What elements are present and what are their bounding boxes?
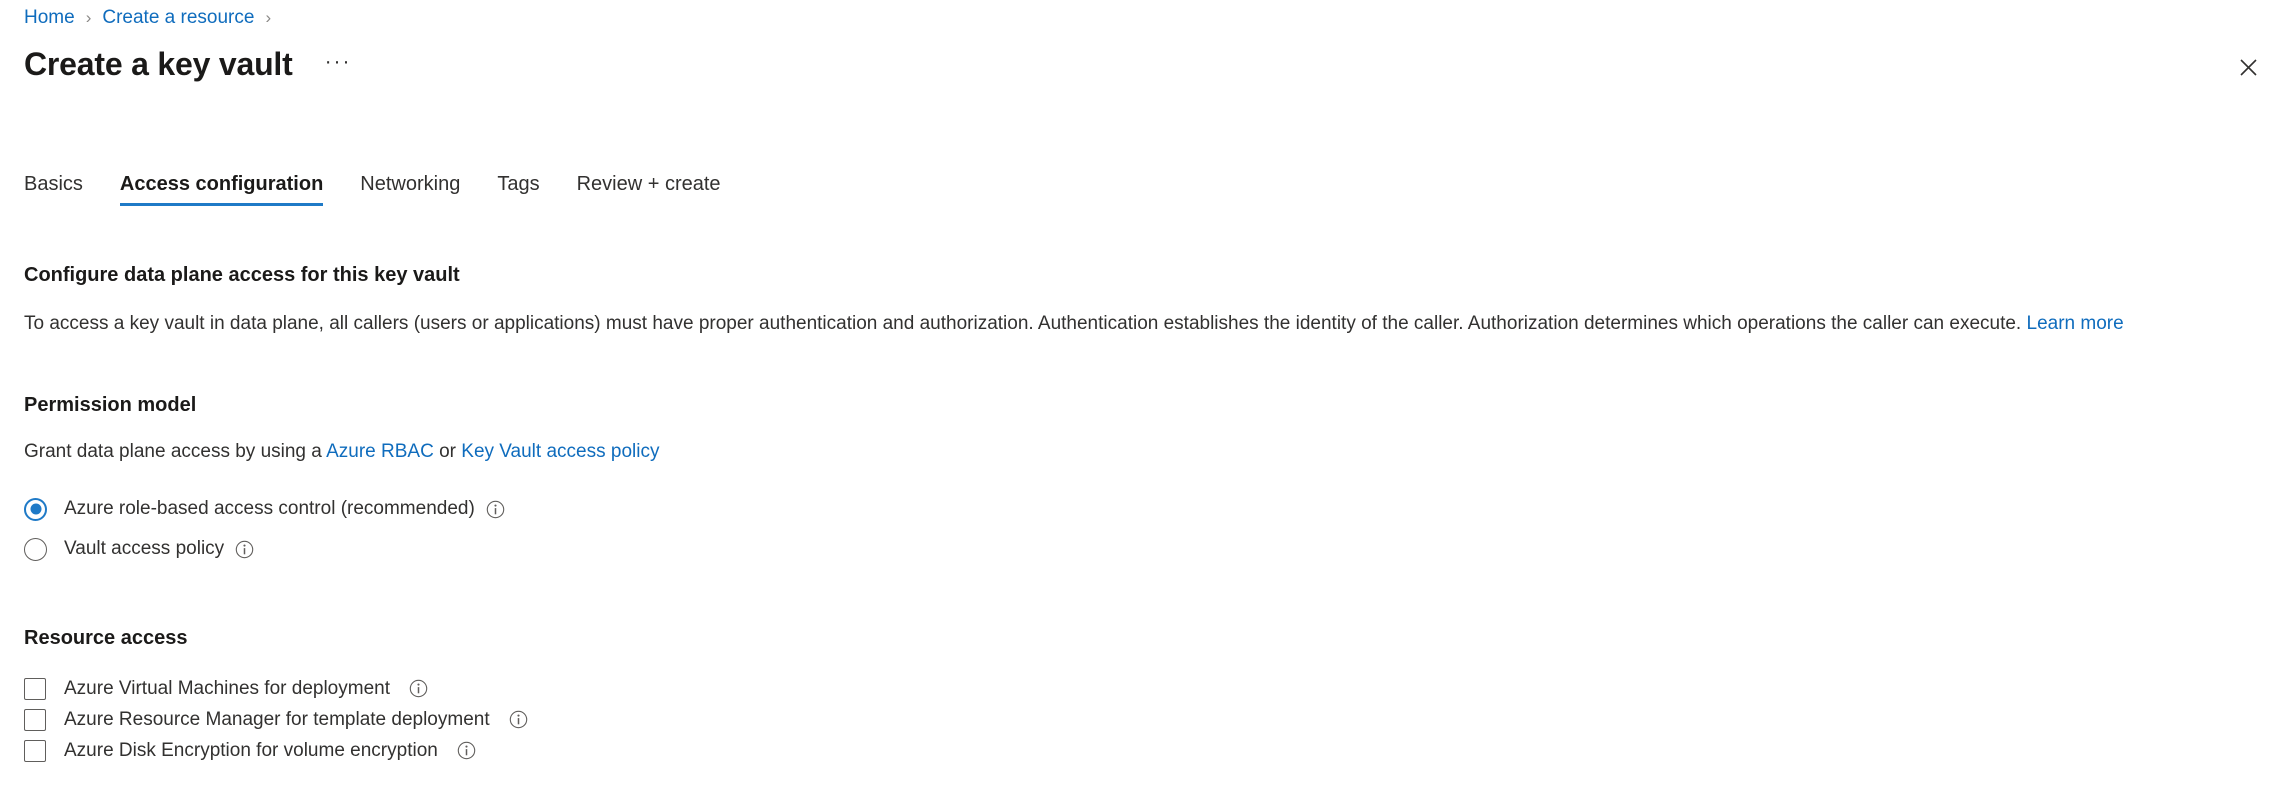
title-row: Create a key vault ··· — [24, 42, 358, 88]
tab-tags[interactable]: Tags — [497, 173, 539, 210]
checkbox-label: Azure Resource Manager for template depl… — [64, 708, 490, 730]
chevron-right-icon: › — [85, 7, 92, 27]
description-middle: or — [439, 440, 456, 462]
breadcrumb-item-home[interactable]: Home — [24, 7, 75, 29]
configure-data-plane-description: To access a key vault in data plane, all… — [24, 310, 2265, 338]
breadcrumb: Home › Create a resource › — [24, 4, 282, 32]
checkbox-label: Azure Disk Encryption for volume encrypt… — [64, 739, 438, 761]
breadcrumb-item-create-a-resource[interactable]: Create a resource — [102, 7, 254, 29]
chevron-right-icon: › — [265, 7, 272, 27]
tab-access-configuration[interactable]: Access configuration — [119, 173, 324, 210]
radio-label: Azure role-based access control (recomme… — [64, 498, 475, 520]
tab-networking[interactable]: Networking — [360, 173, 460, 210]
checkbox-unchecked-icon — [24, 677, 46, 700]
permission-model-section: Permission model Grant data plane access… — [24, 392, 2265, 570]
checkbox-azure-resource-manager[interactable]: Azure Resource Manager for template depl… — [24, 704, 2265, 735]
tab-basics[interactable]: Basics — [24, 173, 83, 210]
permission-model-description: Grant data plane access by using a Azure… — [24, 438, 2265, 466]
azure-rbac-link[interactable]: Azure RBAC — [326, 441, 434, 462]
radio-vault-access-policy[interactable]: Vault access policy — [24, 529, 2265, 569]
tab-review-create[interactable]: Review + create — [577, 173, 721, 210]
radio-label: Vault access policy — [64, 538, 225, 560]
resource-access-checkbox-group: Azure Virtual Machines for deployment Az… — [24, 673, 2265, 766]
checkbox-unchecked-icon — [24, 739, 46, 762]
close-icon — [2239, 58, 2257, 76]
info-icon[interactable] — [409, 679, 428, 698]
tab-label: Basics — [24, 173, 83, 195]
info-icon[interactable] — [486, 500, 505, 519]
key-vault-access-policy-link[interactable]: Key Vault access policy — [461, 441, 659, 462]
checkbox-azure-virtual-machines[interactable]: Azure Virtual Machines for deployment — [24, 673, 2265, 704]
main-content: Configure data plane access for this key… — [24, 262, 2265, 766]
checkbox-azure-disk-encryption[interactable]: Azure Disk Encryption for volume encrypt… — [24, 735, 2265, 766]
configure-data-plane-heading: Configure data plane access for this key… — [24, 264, 460, 286]
permission-model-radio-group: Azure role-based access control (recomme… — [24, 489, 2265, 569]
checkbox-label: Azure Virtual Machines for deployment — [64, 677, 390, 699]
learn-more-link[interactable]: Learn more — [2027, 313, 2124, 334]
tab-label: Review + create — [576, 173, 721, 195]
tab-label: Access configuration — [119, 173, 324, 195]
radio-azure-rbac[interactable]: Azure role-based access control (recomme… — [24, 489, 2265, 529]
resource-access-section: Resource access Azure Virtual Machines f… — [24, 625, 2265, 766]
tab-label: Tags — [497, 173, 540, 195]
tab-bar: Basics Access configuration Networking T… — [24, 158, 758, 210]
resource-access-heading: Resource access — [24, 627, 188, 650]
radio-selected-icon — [24, 497, 47, 521]
description-text: To access a key vault in data plane, all… — [24, 313, 2022, 334]
permission-model-heading: Permission model — [24, 393, 197, 416]
close-button[interactable] — [2227, 46, 2269, 88]
info-icon[interactable] — [509, 710, 528, 729]
tab-label: Networking — [360, 173, 461, 195]
checkbox-unchecked-icon — [24, 708, 46, 731]
more-options-button[interactable]: ··· — [319, 47, 358, 76]
description-prefix: Grant data plane access by using a — [24, 440, 322, 462]
info-icon[interactable] — [235, 540, 254, 559]
radio-unselected-icon — [24, 537, 47, 561]
page-title: Create a key vault — [24, 46, 293, 83]
info-icon[interactable] — [457, 741, 476, 760]
